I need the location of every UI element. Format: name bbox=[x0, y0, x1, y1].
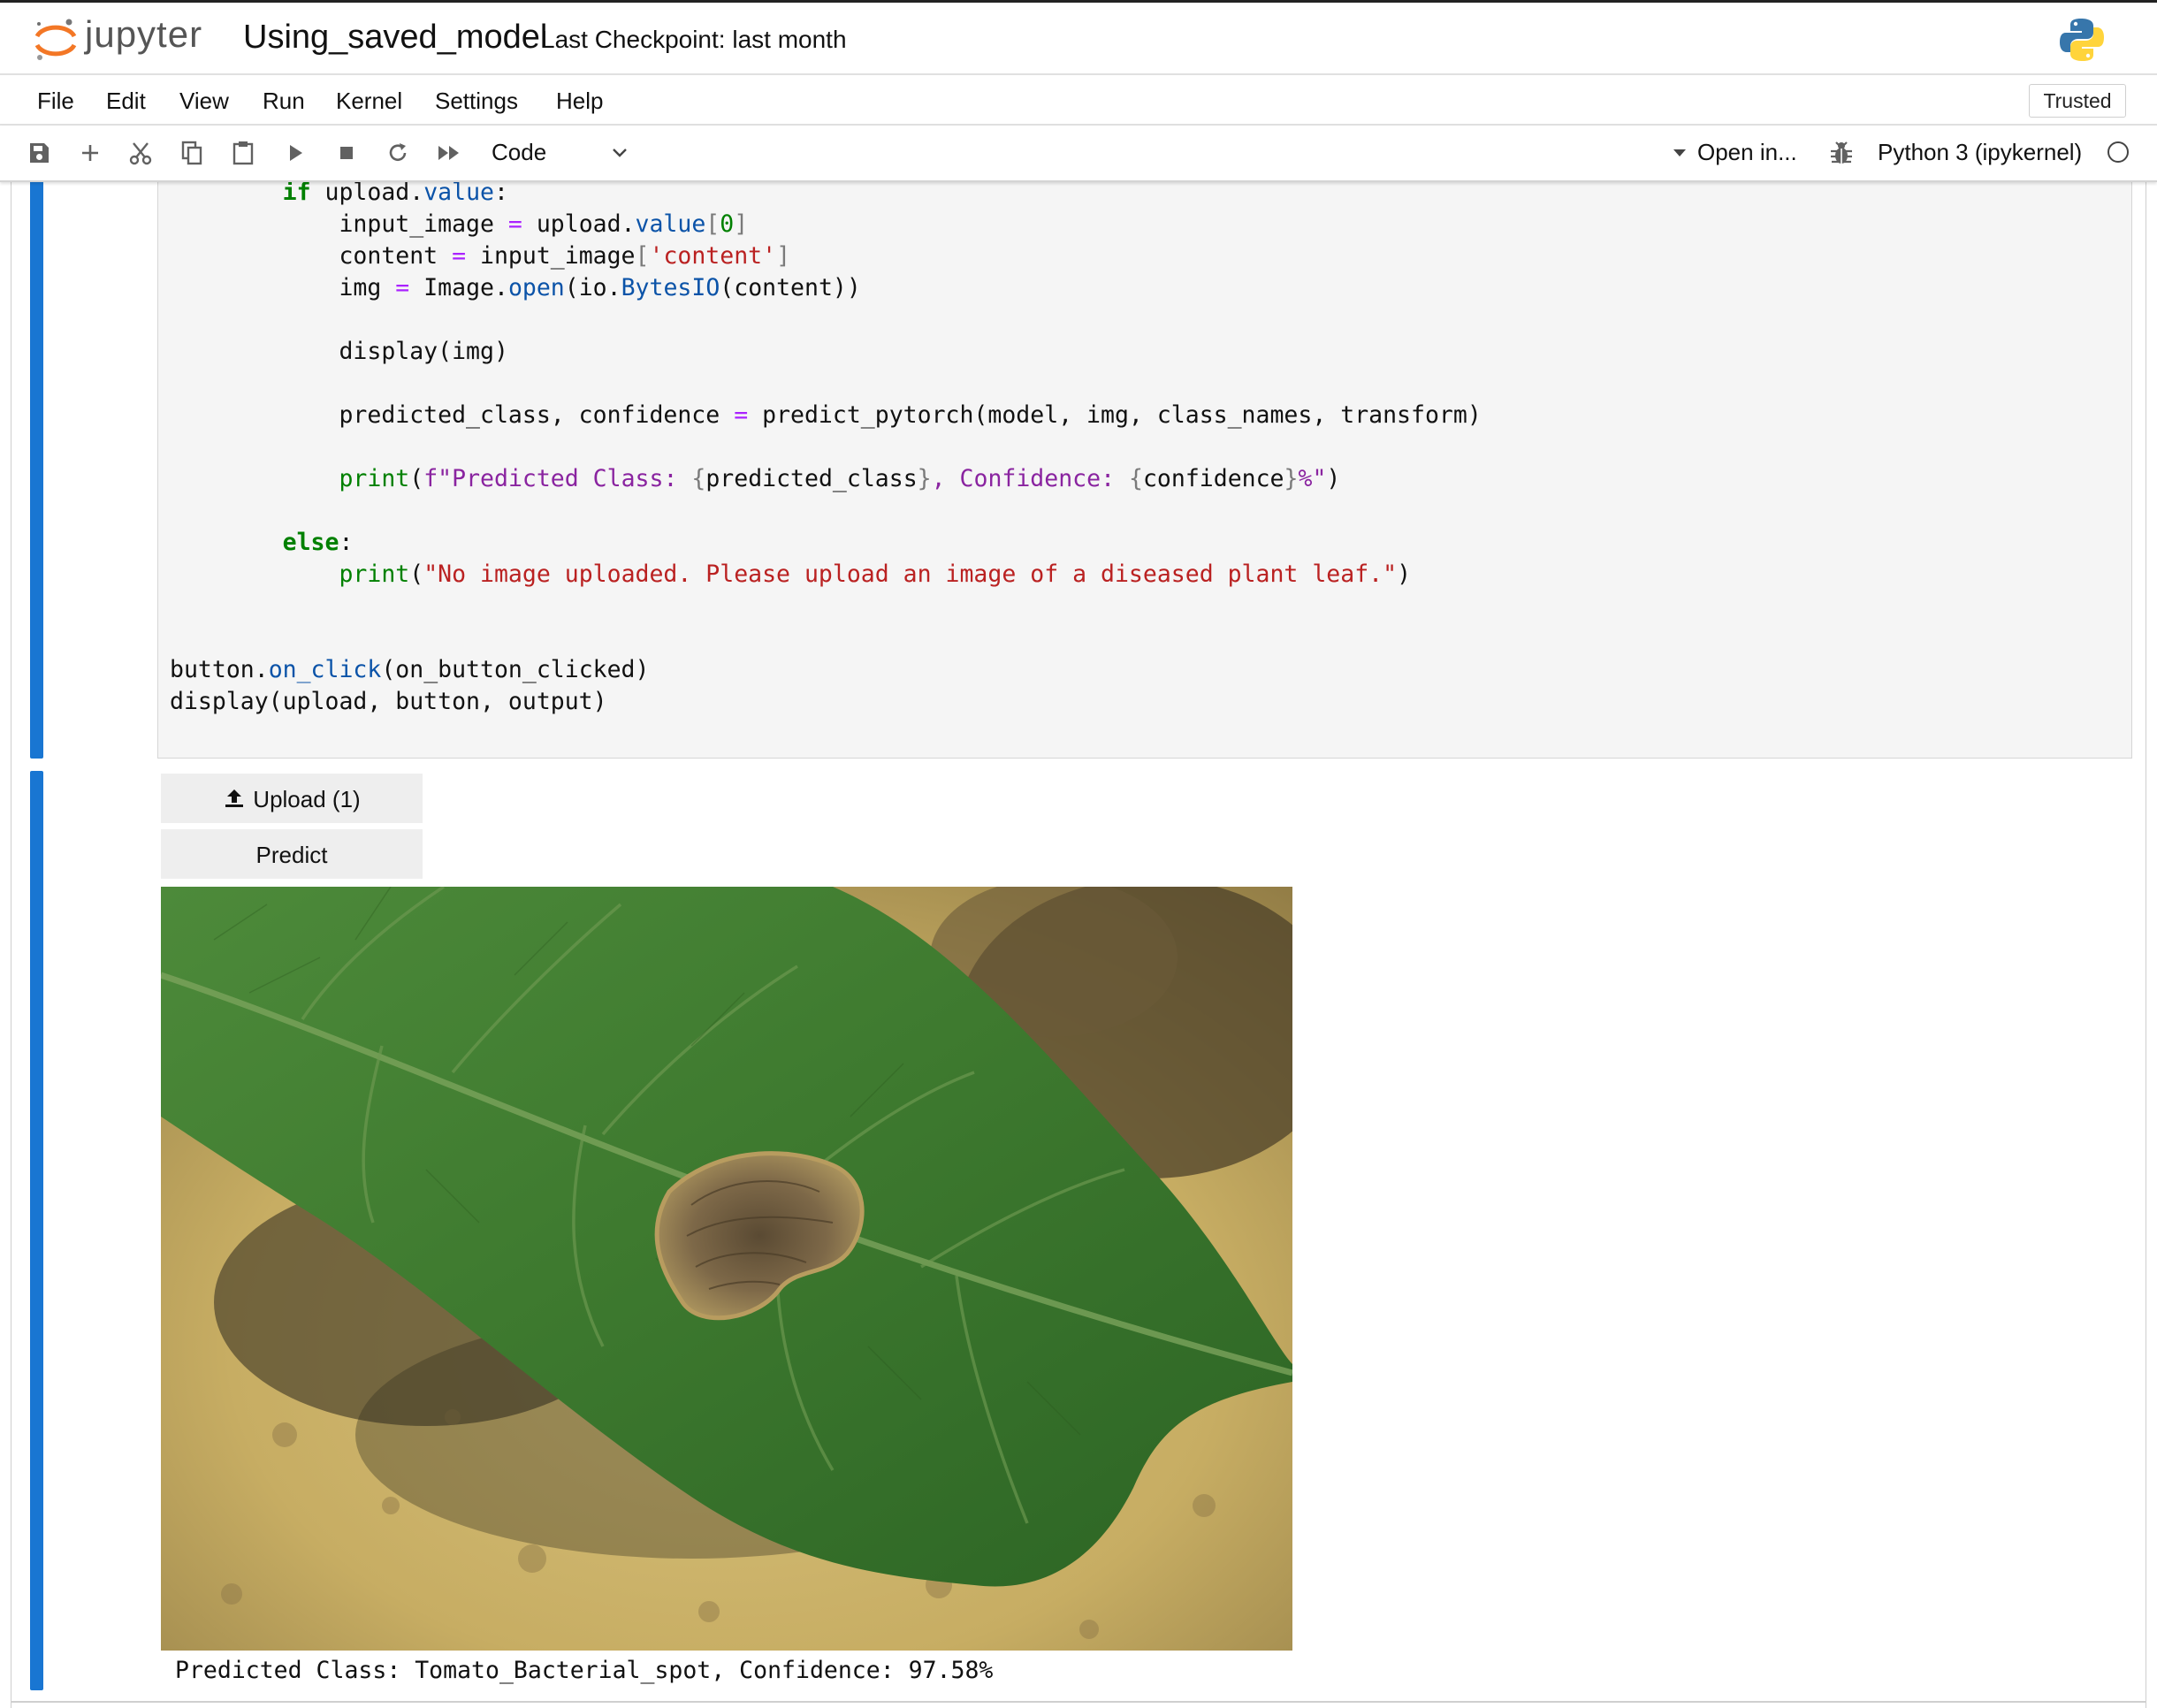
cell-collapser-output[interactable] bbox=[30, 771, 43, 1690]
trusted-indicator[interactable]: Trusted bbox=[2029, 84, 2126, 118]
open-in-button[interactable]: Open in... bbox=[1697, 139, 1797, 166]
cell-collapser-code[interactable] bbox=[30, 180, 43, 759]
notebook-title[interactable]: Using_saved_model bbox=[243, 19, 547, 57]
menu-bar: File Edit View Run Kernel Settings Help … bbox=[0, 75, 2157, 126]
notebook-bottom-border bbox=[11, 1701, 2146, 1703]
prediction-output-text: Predicted Class: Tomato_Bacterial_spot, … bbox=[175, 1657, 994, 1684]
copy-icon[interactable] bbox=[177, 138, 207, 168]
stop-icon[interactable] bbox=[332, 138, 362, 168]
kernel-name[interactable]: Python 3 (ipykernel) bbox=[1878, 139, 2082, 166]
checkpoint-status: Last Checkpoint: last month bbox=[541, 26, 847, 53]
jupyter-wordmark: jupyter bbox=[85, 13, 203, 55]
upload-button[interactable]: Upload (1) bbox=[161, 774, 423, 823]
scissors-icon[interactable] bbox=[126, 138, 156, 168]
menu-help[interactable]: Help bbox=[556, 88, 603, 115]
python-logo-icon bbox=[2060, 19, 2104, 61]
menu-kernel[interactable]: Kernel bbox=[336, 88, 402, 115]
play-icon[interactable] bbox=[280, 138, 310, 168]
fast-forward-icon[interactable] bbox=[434, 138, 464, 168]
header: jupyter Using_saved_model Last Checkpoin… bbox=[0, 3, 2157, 75]
menu-run[interactable]: Run bbox=[263, 88, 305, 115]
upload-label: Upload (1) bbox=[253, 786, 361, 812]
kernel-status-icon bbox=[2107, 141, 2129, 163]
plus-icon[interactable] bbox=[75, 138, 105, 168]
menu-settings[interactable]: Settings bbox=[435, 88, 518, 115]
notebook-toolbar: Code Open in... Python 3 (ipykernel) bbox=[0, 126, 2157, 182]
restart-icon[interactable] bbox=[383, 138, 413, 168]
caret-down-icon[interactable] bbox=[1673, 149, 1686, 156]
jupyter-logo-icon[interactable] bbox=[32, 17, 80, 65]
debugger-bug-icon[interactable] bbox=[1828, 139, 1855, 167]
predict-button[interactable]: Predict bbox=[161, 829, 423, 879]
cell-type-select[interactable]: Code bbox=[492, 139, 546, 166]
code-editor[interactable]: if upload.value: input_image = upload.va… bbox=[170, 177, 1482, 718]
menu-view[interactable]: View bbox=[179, 88, 229, 115]
paste-icon[interactable] bbox=[228, 138, 258, 168]
menu-edit[interactable]: Edit bbox=[106, 88, 146, 115]
chevron-down-icon[interactable] bbox=[608, 141, 631, 164]
save-icon[interactable] bbox=[24, 138, 54, 168]
leaf-image-output bbox=[161, 887, 1292, 1651]
menu-file[interactable]: File bbox=[37, 88, 74, 115]
upload-icon bbox=[225, 789, 244, 807]
